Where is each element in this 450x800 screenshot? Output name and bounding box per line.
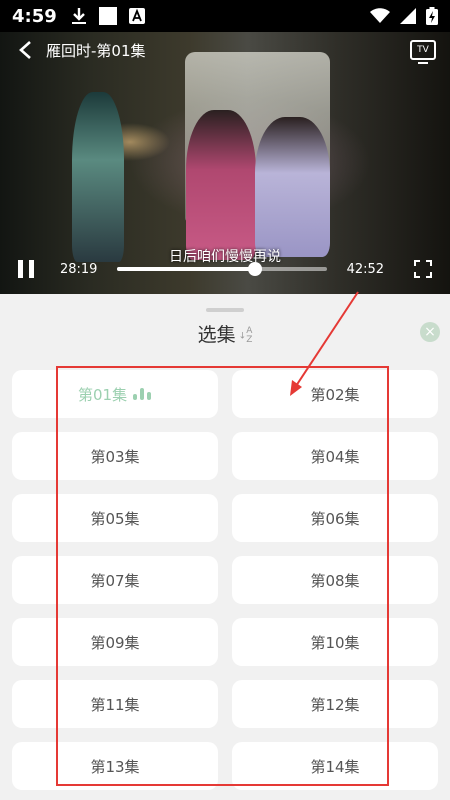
back-icon[interactable] — [14, 39, 36, 61]
episode-label: 第11集 — [90, 695, 140, 714]
current-time: 28:19 — [59, 261, 98, 277]
episode-item[interactable]: 第14集 — [232, 742, 438, 790]
status-bar: 4:59 — [0, 0, 450, 32]
panel-title: 选集 ↓ A Z — [0, 320, 450, 347]
episode-label: 第13集 — [90, 757, 140, 776]
total-time: 42:52 — [346, 261, 385, 277]
player-controls: 28:19 42:52 — [0, 254, 450, 284]
progress-bar[interactable] — [117, 262, 327, 276]
episode-item[interactable]: 第04集 — [232, 432, 438, 480]
episode-item[interactable]: 第08集 — [232, 556, 438, 604]
pause-icon[interactable] — [18, 260, 34, 278]
close-icon[interactable]: × — [420, 322, 440, 342]
episode-item[interactable]: 第05集 — [12, 494, 218, 542]
progress-fill — [117, 267, 256, 271]
episode-label: 第04集 — [310, 447, 360, 466]
episode-item[interactable]: 第06集 — [232, 494, 438, 542]
sort-icon[interactable]: ↓ A Z — [238, 326, 253, 345]
status-system-icons — [370, 7, 438, 25]
episode-label: 第12集 — [310, 695, 360, 714]
video-title: 雁回时-第01集 — [46, 41, 146, 60]
download-icon — [71, 8, 86, 24]
episode-label: 第10集 — [310, 633, 360, 652]
a-notification-icon — [128, 8, 145, 24]
episode-label: 第01集 — [78, 385, 128, 404]
app-notification-icon — [98, 7, 117, 25]
video-player[interactable]: 雁回时-第01集 TV 日后咱们慢慢再说 28:19 42:52 — [0, 32, 450, 294]
episode-item[interactable]: 第01集 — [12, 370, 218, 418]
episode-item[interactable]: 第09集 — [12, 618, 218, 666]
battery-icon — [426, 7, 438, 25]
status-time: 4:59 — [12, 5, 57, 27]
episode-item[interactable]: 第07集 — [12, 556, 218, 604]
signal-icon — [400, 8, 416, 24]
panel-title-text: 选集 — [197, 324, 236, 346]
episode-label: 第08集 — [310, 571, 360, 590]
player-top-bar: 雁回时-第01集 TV — [0, 32, 450, 68]
episode-label: 第09集 — [90, 633, 140, 652]
episode-item[interactable]: 第03集 — [12, 432, 218, 480]
status-notifications — [71, 7, 145, 25]
episode-item[interactable]: 第12集 — [232, 680, 438, 728]
sort-arrow-icon: ↓ — [238, 331, 247, 341]
scene-figure — [186, 110, 256, 260]
tv-cast-icon[interactable]: TV — [410, 40, 436, 64]
episode-item[interactable]: 第13集 — [12, 742, 218, 790]
progress-thumb[interactable] — [248, 262, 263, 276]
playing-indicator-icon — [133, 388, 152, 400]
episode-grid: 第01集 第02集 第03集 第04集 第05集 第06集 第07集 第08集 … — [12, 370, 438, 790]
episode-panel: 选集 ↓ A Z × 第01集 第02集 第03集 第04集 第05集 第06集 第0… — [0, 294, 450, 800]
sort-label-bottom: Z — [246, 334, 253, 345]
episode-item[interactable]: 第10集 — [232, 618, 438, 666]
episode-item[interactable]: 第11集 — [12, 680, 218, 728]
scene-figure — [72, 92, 124, 262]
episode-label: 第06集 — [310, 509, 360, 528]
scene-figure — [255, 117, 330, 257]
drag-handle[interactable] — [206, 308, 244, 312]
episode-item[interactable]: 第02集 — [232, 370, 438, 418]
episode-label: 第02集 — [310, 385, 360, 404]
episode-label: 第03集 — [90, 447, 140, 466]
episode-label: 第07集 — [90, 571, 140, 590]
fullscreen-icon[interactable] — [414, 260, 432, 278]
wifi-icon — [370, 8, 390, 23]
episode-label: 第05集 — [90, 509, 140, 528]
episode-label: 第14集 — [310, 757, 360, 776]
